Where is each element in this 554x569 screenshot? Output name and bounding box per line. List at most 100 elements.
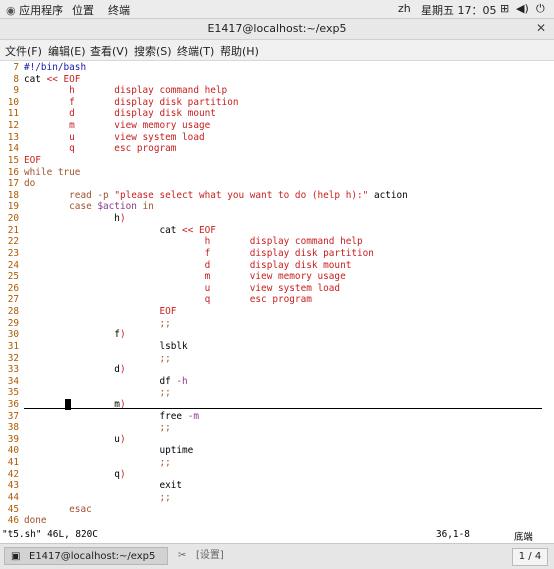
line-number: 37 [7,410,19,422]
line-number: 11 [7,108,19,120]
line-number: 9 [13,85,19,97]
line-number: 42 [7,468,19,480]
line-number: 41 [7,457,19,469]
code-line: 29 ;; [0,318,171,330]
workspace-pager[interactable]: 1 / 4 [512,548,548,566]
code-line: 44 ;; [0,492,171,504]
menu-file[interactable]: 文件(F) [5,43,42,59]
line-number: 17 [7,178,19,190]
cursor-line [24,408,542,409]
code-segment: f display disk partition [24,96,239,108]
code-segment: u view system load [24,282,341,294]
code-segment: action [368,189,408,201]
window-titlebar: E1417@localhost:~/exp5 ✕ [0,19,554,40]
line-number: 13 [7,131,19,143]
clock[interactable]: 星期五 17：05 [421,2,497,18]
code-segment: free [24,410,188,422]
code-segment: m view memory usage [24,120,211,132]
taskbar-item-terminal[interactable]: ▣ E1417@localhost:~/exp5 [4,547,168,565]
code-segment: ) [119,433,126,445]
code-line: 42 q) [0,469,126,481]
code-line: 33 d) [0,364,126,376]
line-number: 38 [7,422,19,434]
code-line: 32 ;; [0,353,171,365]
settings-icon: ✂ [178,550,187,561]
code-segment: ;; [24,387,171,399]
code-segment: u [24,433,120,445]
code-segment: f display disk partition [24,247,374,259]
code-segment: #!/bin/bash [24,62,87,73]
close-icon[interactable]: ✕ [536,21,546,35]
menu-view[interactable]: 查看(V) [90,43,128,59]
line-number: 16 [7,166,19,178]
taskbar-item-settings[interactable]: ✂ [设置] [172,547,332,565]
code-line: 37 free -m [0,411,199,423]
line-number: 26 [7,282,19,294]
code-line: 34 df -h [0,376,188,388]
line-number: 7 [13,62,19,73]
code-line: 38 ;; [0,422,171,434]
code-segment: u view system load [24,131,205,143]
code-line: 15 EOF [0,155,41,167]
line-number: 20 [7,213,19,225]
menu-help[interactable]: 帮助(H) [220,43,259,59]
code-segment: done [24,515,47,527]
line-number: 30 [7,329,19,341]
code-segment: cat [24,73,47,85]
line-number: 44 [7,491,19,503]
cursor-position: 36,1-8 [436,529,470,540]
code-segment: EOF [24,306,177,318]
file-info: "t5.sh" 46L, 820C [2,529,98,540]
line-number: 24 [7,259,19,271]
code-segment: while true [24,166,81,178]
code-segment: f [24,329,120,341]
apps-menu[interactable]: ◉ 应用程序 [6,2,63,18]
code-segment: ;; [24,317,171,329]
line-number: 8 [13,73,19,85]
code-line: 23 f display disk partition [0,248,374,260]
volume-icon[interactable]: ◀) [516,2,529,15]
code-line: 40 uptime [0,445,194,457]
line-number: 32 [7,352,19,364]
code-segment: d display disk mount [24,108,216,120]
code-segment: ) [119,364,126,376]
code-segment: q esc program [24,143,177,155]
terminal-editor[interactable]: 7 #!/bin/bash 8 cat << EOF 9 h display comma… [0,61,554,529]
terminal-icon: ▣ [11,551,21,562]
code-line: 9 h display command help [0,85,227,97]
code-line: 10 f display disk partition [0,96,239,109]
code-line: 43 exit [0,480,182,492]
line-number: 39 [7,433,19,445]
code-segment: ;; [24,422,171,434]
code-segment: exit [24,480,183,492]
line-number: 22 [7,236,19,248]
code-line: 39 u) [0,434,126,446]
code-line: 35 ;; [0,387,171,399]
line-number: 23 [7,247,19,259]
code-segment: q [24,468,120,480]
menu-edit[interactable]: 编辑(E) [48,43,86,59]
terminal-menu[interactable]: 终端 [108,2,130,18]
line-number: 15 [7,154,19,166]
line-number: 10 [7,96,19,108]
menu-bar: 文件(F) 编辑(E) 查看(V) 搜索(S) 终端(T) 帮助(H) [0,40,554,61]
menu-terminal[interactable]: 终端(T) [177,43,214,59]
code-line: 27 q esc program [0,294,312,306]
code-line: 41 ;; [0,457,171,469]
apps-icon: ◉ [6,4,16,17]
line-number: 12 [7,120,19,132]
network-icon[interactable]: ⊞ [500,2,509,15]
code-segment: lsblk [24,340,188,352]
code-segment: << EOF [46,73,81,85]
vim-status-line: "t5.sh" 46L, 820C 36,1-8 底端 [0,528,554,543]
code-line: 7 #!/bin/bash [0,62,86,74]
menu-search[interactable]: 搜索(S) [134,43,172,59]
line-number: 46 [7,515,19,527]
language-indicator[interactable]: zh [398,2,411,15]
power-icon[interactable]: ⏻ [536,2,545,16]
code-segment: ) [119,213,126,225]
places-menu[interactable]: 位置 [72,2,94,18]
code-line: 21 cat << EOF [0,225,216,237]
code-line: 19 case $action in [0,201,154,213]
line-number: 18 [7,189,19,201]
